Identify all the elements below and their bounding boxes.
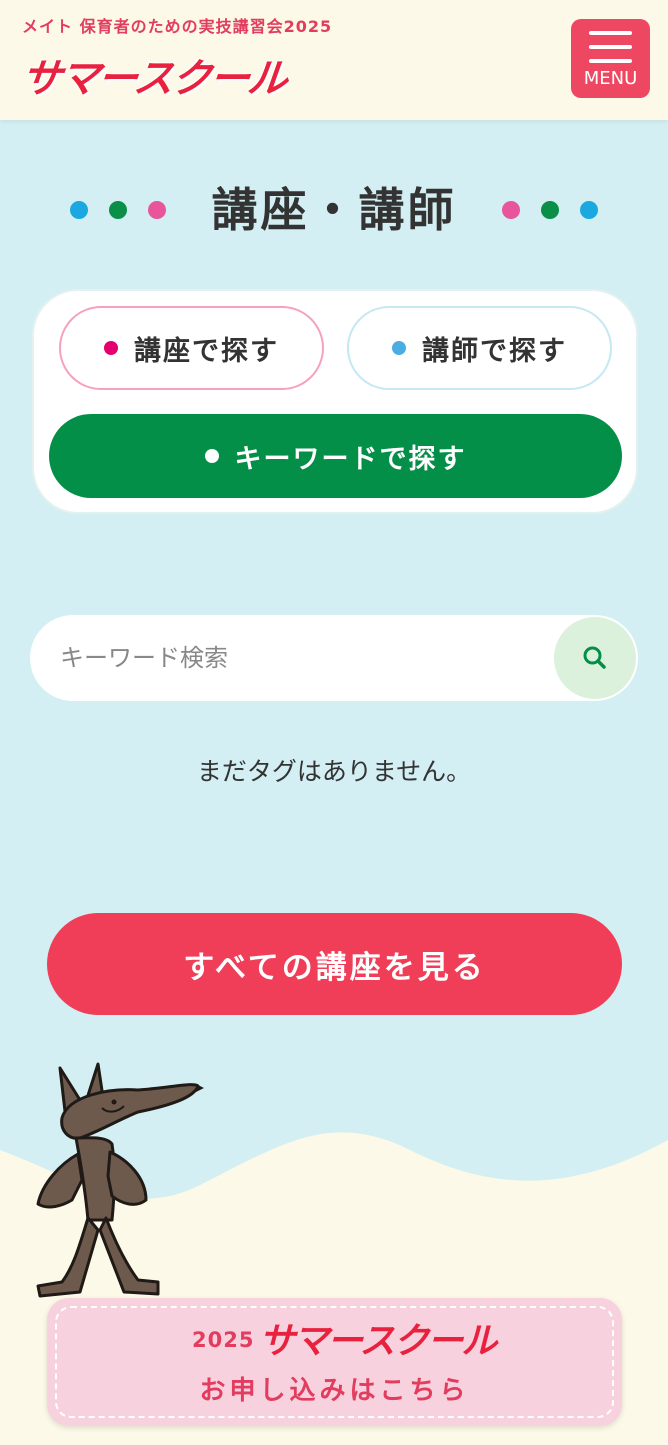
site-logo[interactable]: サマースクール: [19, 46, 289, 104]
apply-cta-label: お申し込みはこちら: [199, 1376, 470, 1406]
keyword-search: [30, 615, 638, 701]
decorative-dot: [580, 201, 598, 219]
bullet-icon: [204, 449, 219, 463]
tab-search-by-keyword[interactable]: キーワードで探す: [49, 414, 622, 498]
search-mode-tabs: 講座で探す 講師で探す キーワードで探す: [32, 289, 638, 514]
search-button[interactable]: [554, 617, 636, 699]
banner-brand-logo: サマースクール: [259, 1321, 497, 1362]
menu-label: MENU: [583, 68, 638, 89]
tab-search-by-lecture[interactable]: 講座で探す: [59, 306, 324, 390]
hamburger-icon: [589, 31, 632, 35]
tab-label: 講師で探す: [422, 335, 567, 367]
search-icon: [583, 646, 606, 669]
wolf-mascot: [36, 1062, 204, 1298]
view-all-lectures-button[interactable]: すべての講座を見る: [47, 913, 622, 1015]
menu-button[interactable]: MENU: [571, 19, 650, 98]
hamburger-icon: [589, 45, 632, 49]
apply-banner[interactable]: 2025 サマースクール お申し込みはこちら: [47, 1298, 622, 1426]
tab-search-by-teacher[interactable]: 講師で探す: [347, 306, 612, 390]
search-input[interactable]: [60, 615, 560, 701]
decorative-dot: [502, 201, 520, 219]
bullet-icon: [392, 341, 406, 355]
hamburger-icon: [589, 59, 632, 63]
decorative-dot: [541, 201, 559, 219]
banner-year: 2025: [192, 1328, 255, 1352]
site-header: メイト 保育者のための実技講習会2025 サマースクール MENU: [0, 0, 668, 120]
bullet-icon: [104, 341, 118, 355]
tab-label: 講座で探す: [134, 335, 279, 367]
empty-tags-message: まだタグはありません。: [196, 757, 472, 786]
section-heading: 講座・講師: [0, 178, 668, 242]
page-title: 講座・講師: [211, 183, 457, 237]
tab-label: キーワードで探す: [234, 443, 467, 475]
site-tagline: メイト 保育者のための実技講習会2025: [22, 17, 333, 36]
